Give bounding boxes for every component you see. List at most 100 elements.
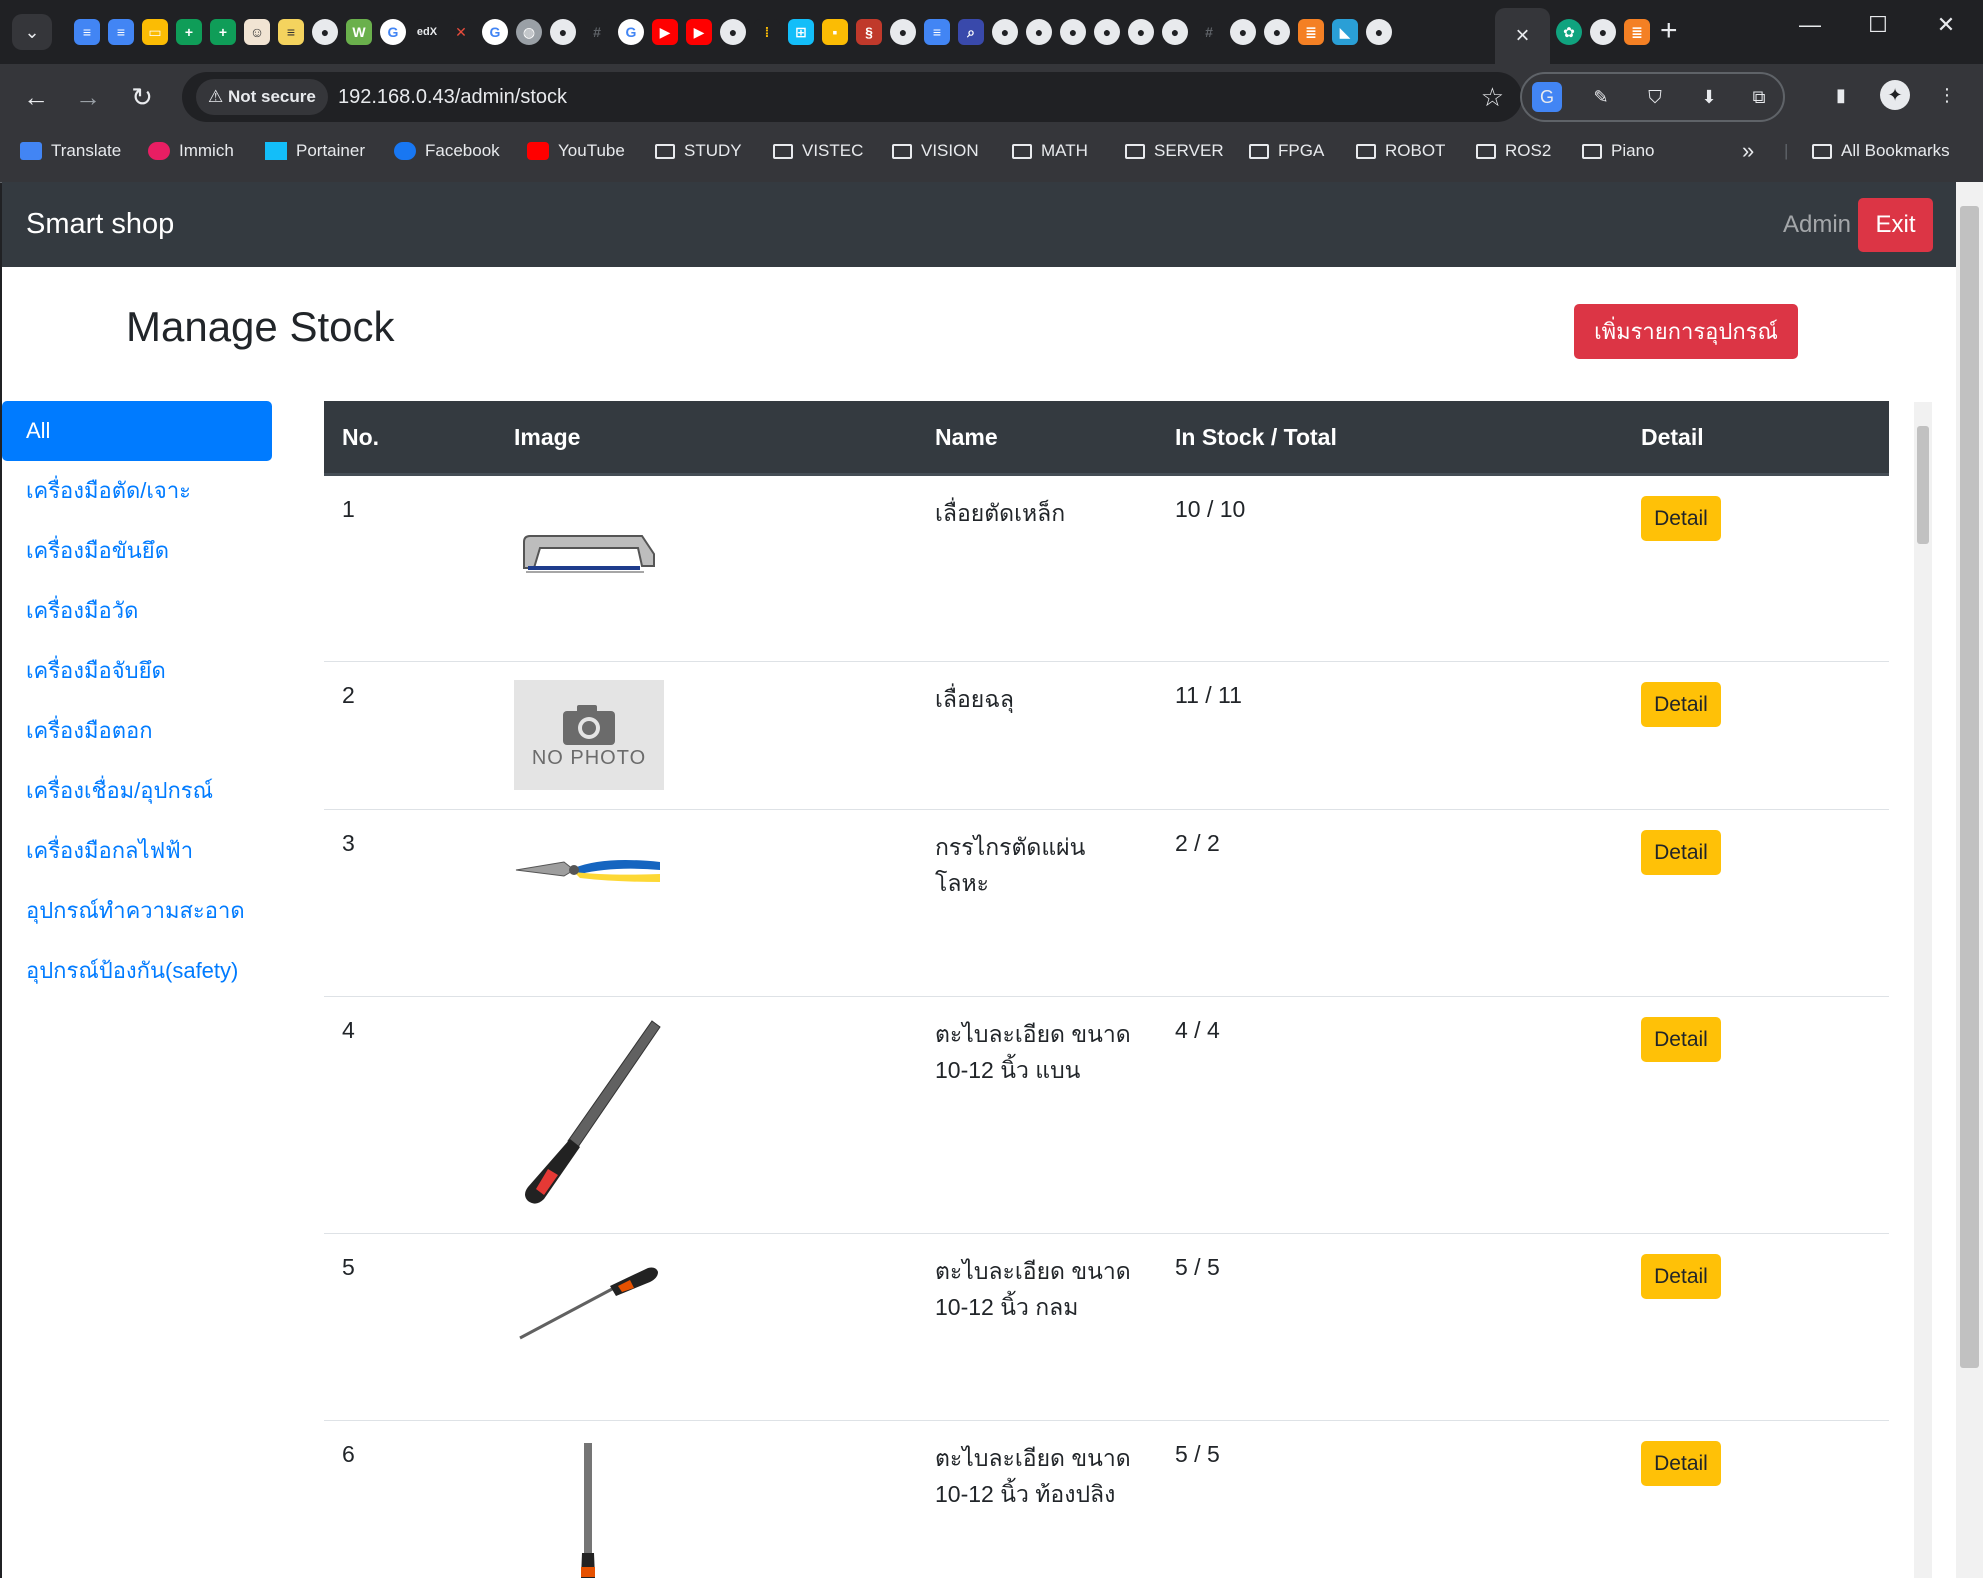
stackoverflow-tab-icon[interactable]: ≣	[1624, 19, 1650, 45]
github-tab-icon[interactable]: ●	[1264, 19, 1290, 45]
more-bookmarks-button[interactable]: »	[1742, 130, 1754, 172]
translate-extension-icon[interactable]: G	[1532, 82, 1562, 112]
app-tab-icon[interactable]: §	[856, 19, 882, 45]
bookmark-folder-piano[interactable]: Piano	[1582, 130, 1654, 172]
detail-button[interactable]: Detail	[1641, 496, 1721, 541]
bot-tab-icon[interactable]: ≡	[278, 19, 304, 45]
github-tab-icon[interactable]: ●	[1128, 19, 1154, 45]
back-arrow-icon[interactable]: ←	[16, 79, 56, 115]
page-scrollbar-thumb[interactable]	[1960, 206, 1979, 1368]
detail-button[interactable]: Detail	[1641, 830, 1721, 875]
github-tab-icon[interactable]: ●	[890, 19, 916, 45]
docs-tab-icon[interactable]: ≡	[924, 19, 950, 45]
detail-button[interactable]: Detail	[1641, 682, 1721, 727]
sidebar-item-power-tools[interactable]: เครื่องมือกลไฟฟ้า	[2, 821, 272, 881]
close-tab-icon[interactable]: ×	[1515, 22, 1529, 50]
forward-arrow-icon[interactable]: →	[68, 79, 108, 115]
sidebar-item-welding-equipment[interactable]: เครื่องเชื่อม/อุปกรณ์	[2, 761, 272, 821]
github-tab-icon[interactable]: ●	[1590, 19, 1616, 45]
address-bar[interactable]: ⚠ Not secure 192.168.0.43/admin/stock ☆	[182, 72, 1522, 122]
globe-tab-icon[interactable]: ◍	[516, 19, 542, 45]
app-brand[interactable]: Smart shop	[26, 182, 174, 267]
bookmark-folder-math[interactable]: MATH	[1012, 130, 1088, 172]
page-scrollbar[interactable]	[1956, 182, 1983, 1578]
google-tab-icon[interactable]: G	[380, 19, 406, 45]
table-scrollbar-thumb[interactable]	[1917, 426, 1929, 544]
tab-group-icon[interactable]: #	[584, 19, 610, 45]
bookmark-immich[interactable]: Immich	[148, 130, 234, 172]
google-tab-icon[interactable]: G	[482, 19, 508, 45]
minimize-icon[interactable]: —	[1780, 12, 1840, 38]
bookmark-folder-vistec[interactable]: VISTEC	[773, 130, 863, 172]
tab-search-button[interactable]: ⌄	[12, 14, 52, 50]
reload-icon[interactable]: ↻	[122, 79, 162, 115]
window-close-icon[interactable]: ✕	[1916, 12, 1976, 38]
bookmark-folder-ros2[interactable]: ROS2	[1476, 130, 1551, 172]
sheets-tab-icon[interactable]: +	[176, 19, 202, 45]
chatgpt-tab-icon[interactable]: ✿	[1556, 19, 1582, 45]
sidebar-item-safety-equipment[interactable]: อุปกรณ์ป้องกัน(safety)	[2, 941, 272, 1001]
download-extension-icon[interactable]: ⬇	[1694, 82, 1724, 112]
bookmark-portainer[interactable]: Portainer	[265, 130, 365, 172]
github-tab-icon[interactable]: ●	[1162, 19, 1188, 45]
bookmark-translate[interactable]: Translate	[20, 130, 121, 172]
table-scrollbar[interactable]	[1914, 402, 1932, 1578]
profile-avatar[interactable]: ✦	[1880, 80, 1910, 110]
x-tab-icon[interactable]: ✕	[448, 19, 474, 45]
github-tab-icon[interactable]: ●	[1366, 19, 1392, 45]
all-bookmarks-folder[interactable]: All Bookmarks	[1812, 130, 1950, 172]
sidebar-item-striking-tools[interactable]: เครื่องมือตอก	[2, 701, 272, 761]
bookmark-star-icon[interactable]: ☆	[1481, 72, 1504, 122]
bookmark-folder-robot[interactable]: ROBOT	[1356, 130, 1445, 172]
dots-tab-icon[interactable]: ⁞	[754, 19, 780, 45]
stackoverflow-tab-icon[interactable]: ≣	[1298, 19, 1324, 45]
github-tab-icon[interactable]: ●	[1060, 19, 1086, 45]
vscode-tab-icon[interactable]: ◣	[1332, 19, 1358, 45]
keep-tab-icon[interactable]: ▪	[822, 19, 848, 45]
github-tab-icon[interactable]: ●	[312, 19, 338, 45]
sidebar-item-cutting-tools[interactable]: เครื่องมือตัด/เจาะ	[2, 461, 272, 521]
puzzle-extensions-icon[interactable]: ⧉	[1744, 82, 1774, 112]
ublock-extension-icon[interactable]: ⛉	[1640, 82, 1670, 112]
url-text[interactable]: 192.168.0.43/admin/stock	[338, 72, 567, 122]
github-tab-icon[interactable]: ●	[1230, 19, 1256, 45]
sidebar-item-fastening-tools[interactable]: เครื่องมือขันยึด	[2, 521, 272, 581]
detail-button[interactable]: Detail	[1641, 1017, 1721, 1062]
detail-button[interactable]: Detail	[1641, 1254, 1721, 1299]
youtube-tab-icon[interactable]: ▶	[652, 19, 678, 45]
sidebar-item-clamping-tools[interactable]: เครื่องมือจับยึด	[2, 641, 272, 701]
youtube-tab-icon[interactable]: ▶	[686, 19, 712, 45]
maximize-icon[interactable]: ☐	[1848, 12, 1908, 38]
bookmark-folder-server[interactable]: SERVER	[1125, 130, 1224, 172]
new-tab-button[interactable]: +	[1660, 14, 1678, 48]
github-tab-icon[interactable]: ●	[992, 19, 1018, 45]
github-tab-icon[interactable]: ●	[720, 19, 746, 45]
bookmark-youtube[interactable]: YouTube	[527, 130, 625, 172]
sidebar-item-measuring-tools[interactable]: เครื่องมือวัด	[2, 581, 272, 641]
slides-tab-icon[interactable]: ▭	[142, 19, 168, 45]
bookmark-facebook[interactable]: Facebook	[394, 130, 500, 172]
github-tab-icon[interactable]: ●	[1094, 19, 1120, 45]
wolfram-tab-icon[interactable]: W	[346, 19, 372, 45]
detail-button[interactable]: Detail	[1641, 1441, 1721, 1486]
add-equipment-button[interactable]: เพิ่มรายการอุปกรณ์	[1574, 304, 1798, 359]
sheets-tab-icon[interactable]: +	[210, 19, 236, 45]
active-tab[interactable]: ×	[1495, 8, 1550, 64]
extension-icon[interactable]: ✎	[1586, 82, 1616, 112]
sidebar-item-cleaning-equipment[interactable]: อุปกรณ์ทำความสะอาด	[2, 881, 272, 941]
google-tab-icon[interactable]: G	[618, 19, 644, 45]
bookmark-folder-study[interactable]: STUDY	[655, 130, 742, 172]
search-tab-icon[interactable]: ⌕	[958, 19, 984, 45]
docs-tab-icon[interactable]: ≡	[108, 19, 134, 45]
edx-tab-icon[interactable]: edX	[414, 19, 440, 45]
github-tab-icon[interactable]: ●	[1026, 19, 1052, 45]
github-tab-icon[interactable]: ●	[550, 19, 576, 45]
avatar-tab-icon[interactable]: ☺	[244, 19, 270, 45]
side-panel-icon[interactable]: ▮	[1826, 80, 1856, 110]
tab-group-icon[interactable]: #	[1196, 19, 1222, 45]
bookmark-folder-vision[interactable]: VISION	[892, 130, 979, 172]
docs-tab-icon[interactable]: ≡	[74, 19, 100, 45]
exit-button[interactable]: Exit	[1858, 198, 1933, 252]
bookmark-folder-fpga[interactable]: FPGA	[1249, 130, 1324, 172]
sidebar-item-all[interactable]: All	[2, 401, 272, 461]
